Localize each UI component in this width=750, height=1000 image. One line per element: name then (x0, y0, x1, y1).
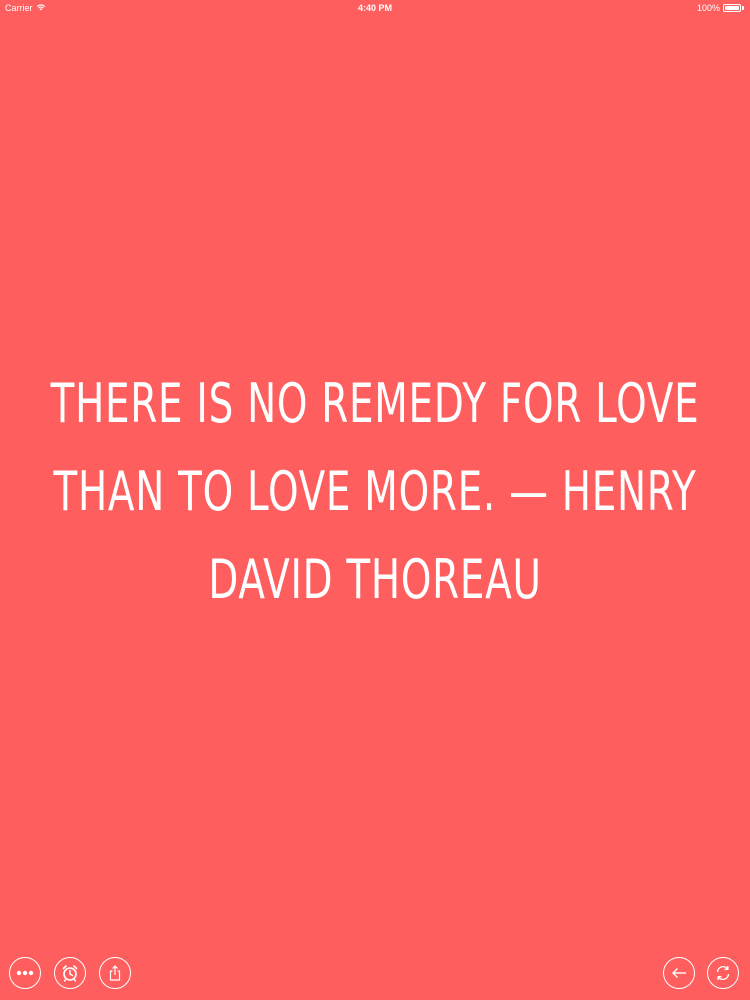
status-bar: Carrier 4:40 PM 100% (0, 0, 750, 16)
alarm-icon (61, 964, 79, 982)
status-time: 4:40 PM (357, 3, 392, 13)
share-icon (108, 965, 122, 981)
refresh-button[interactable] (707, 957, 739, 989)
refresh-icon (714, 964, 732, 982)
status-right: 100% (697, 3, 744, 13)
more-button[interactable] (9, 957, 41, 989)
quote-screen: Carrier 4:40 PM 100% There is no remedy … (0, 0, 750, 1000)
quote-container: There is no remedy for love than to love… (20, 360, 730, 624)
battery-percent: 100% (696, 3, 720, 13)
alarm-button[interactable] (54, 957, 86, 989)
back-button[interactable] (663, 957, 695, 989)
more-icon (16, 970, 34, 976)
battery-cap (742, 6, 744, 10)
battery-fill (725, 6, 739, 10)
back-arrow-icon (671, 967, 687, 979)
share-button[interactable] (99, 957, 131, 989)
battery-icon (723, 4, 741, 12)
quote-text: There is no remedy for love than to love… (50, 372, 700, 611)
